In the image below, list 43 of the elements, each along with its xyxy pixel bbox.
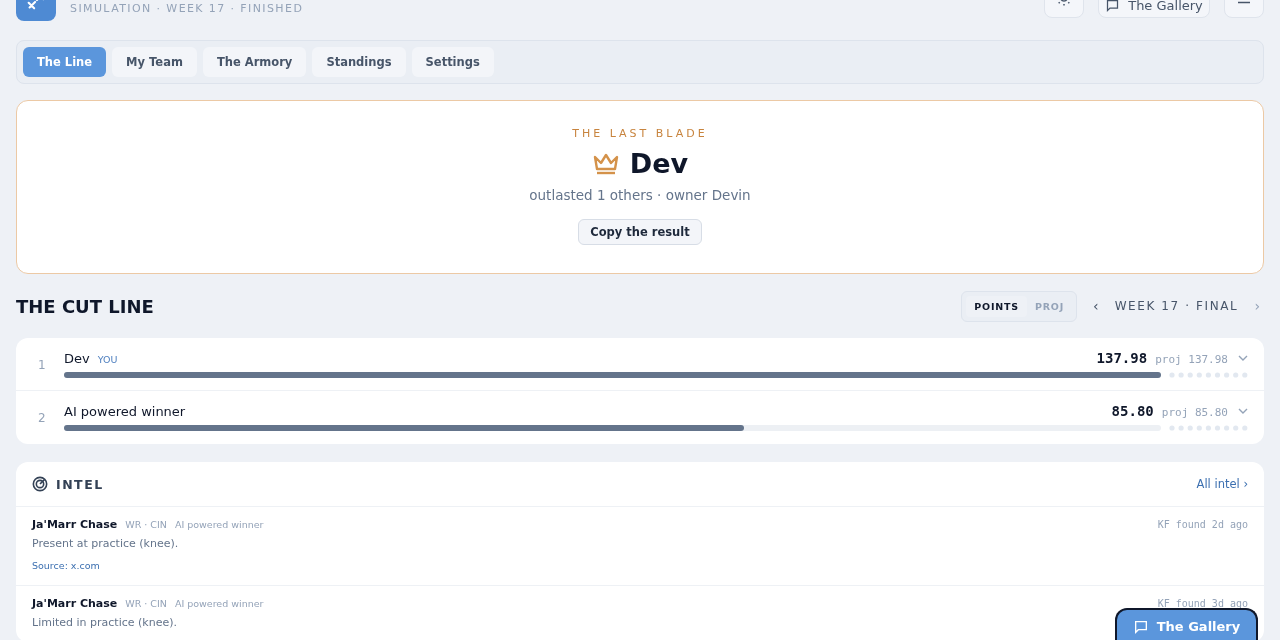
chevron-down-icon[interactable] (1238, 406, 1248, 416)
team-score: 85.80 (1111, 403, 1154, 419)
winner-detail: outlasted 1 others · owner Devin (529, 187, 751, 203)
source-link[interactable]: Source: x.com (32, 560, 100, 571)
you-tag: YOU (97, 354, 118, 365)
tab[interactable]: Settings (411, 47, 494, 77)
winner-eyebrow: THE LAST BLADE (572, 127, 708, 140)
report-time: KF found 2d ago (1157, 519, 1248, 530)
tab[interactable]: My Team (112, 47, 197, 77)
intel-note: Limited in practice (knee). (32, 616, 177, 629)
section-title: THE CUT LINE (16, 295, 154, 317)
gallery-button[interactable]: The Gallery (1098, 0, 1210, 18)
crown-icon (591, 151, 620, 176)
dots-icon (1169, 372, 1248, 378)
team-score: 137.98 (1096, 350, 1148, 366)
tab[interactable]: Standings (312, 47, 406, 77)
player-name: Ja'Marr Chase (32, 597, 118, 610)
team-name: Dev (64, 351, 90, 366)
projection: proj 85.80 (1161, 406, 1228, 419)
week-label: WEEK 17 · FINAL (1114, 299, 1239, 313)
intel-title: INTEL (56, 476, 104, 492)
previous-week-button[interactable]: ‹ (1089, 298, 1103, 314)
all-intel-link[interactable]: All intel › (1196, 477, 1248, 491)
intel-note: Present at practice (knee). (32, 537, 179, 550)
chat-icon (1105, 0, 1121, 13)
app-subtitle: SIMULATION · WEEK 17 · FINISHED (70, 2, 304, 17)
player-position: WR · CIN (125, 519, 167, 530)
tab[interactable]: The Armory (202, 47, 307, 77)
copy-result-button[interactable]: Copy the result (578, 219, 702, 245)
rank-number: 2 (38, 410, 47, 427)
radar-icon (32, 476, 48, 492)
player-position: WR · CIN (125, 598, 167, 609)
projection: proj 137.98 (1155, 353, 1228, 366)
mode-option[interactable]: POINTS (966, 295, 1027, 317)
winner-name: Dev (629, 148, 689, 179)
player-name: Ja'Marr Chase (32, 518, 118, 531)
chevron-down-icon[interactable] (1238, 353, 1248, 363)
chat-icon (1132, 619, 1149, 635)
owner-team: AI powered winner (174, 598, 264, 609)
dots-icon (1169, 425, 1248, 431)
rank-number: 1 (38, 357, 47, 374)
team-name: AI powered winner (64, 404, 186, 419)
owner-team: AI powered winner (174, 519, 264, 530)
